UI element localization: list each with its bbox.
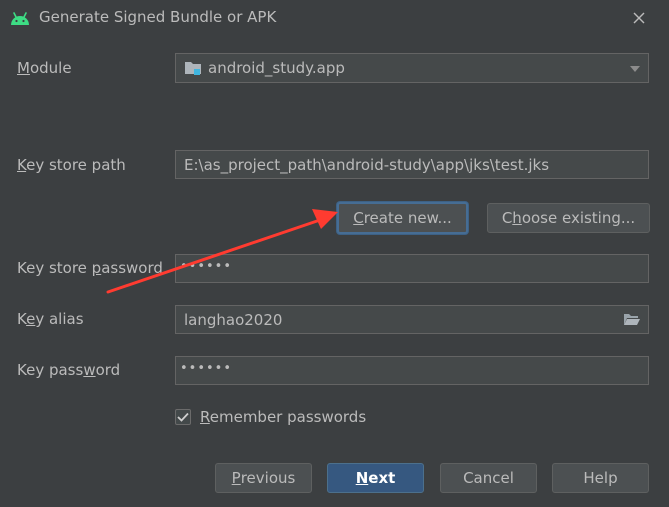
next-button[interactable]: Next <box>327 463 424 493</box>
key-store-password-input[interactable]: •••••• <box>175 254 649 283</box>
key-alias-value: langhao2020 <box>184 310 283 329</box>
previous-button[interactable]: Previous <box>215 463 312 493</box>
module-dropdown[interactable]: android_study.app <box>175 53 649 83</box>
key-store-path-input[interactable]: E:\as_project_path\android-study\app\jks… <box>175 150 649 179</box>
key-password-input[interactable]: •••••• <box>175 356 649 385</box>
key-password-label: Key password <box>17 361 121 379</box>
module-label: Module <box>17 59 72 77</box>
title-bar: Generate Signed Bundle or APK <box>0 0 669 36</box>
cancel-button[interactable]: Cancel <box>440 463 537 493</box>
close-icon <box>633 12 645 24</box>
close-button[interactable] <box>629 8 649 28</box>
key-alias-label: Key alias <box>17 310 84 328</box>
chevron-down-icon <box>630 66 640 72</box>
choose-existing-button[interactable]: Ch oose existing... <box>487 203 650 233</box>
help-button[interactable]: Help <box>552 463 649 493</box>
key-store-path-label: Key store path <box>17 156 126 174</box>
remember-passwords-label[interactable]: Remember passwords <box>200 408 366 426</box>
create-new-button[interactable]: Create new... <box>337 202 468 234</box>
folder-module-icon <box>185 62 201 75</box>
module-value: android_study.app <box>208 59 345 77</box>
key-alias-input[interactable]: langhao2020 <box>175 305 649 334</box>
remember-passwords-checkbox[interactable] <box>175 409 191 425</box>
checkmark-icon <box>177 412 189 422</box>
dialog-title: Generate Signed Bundle or APK <box>39 8 277 26</box>
folder-open-icon[interactable] <box>623 311 641 327</box>
dialog-window: Generate Signed Bundle or APK Module and… <box>0 0 669 507</box>
key-store-password-label: Key store password <box>17 259 163 277</box>
android-icon <box>11 12 29 25</box>
